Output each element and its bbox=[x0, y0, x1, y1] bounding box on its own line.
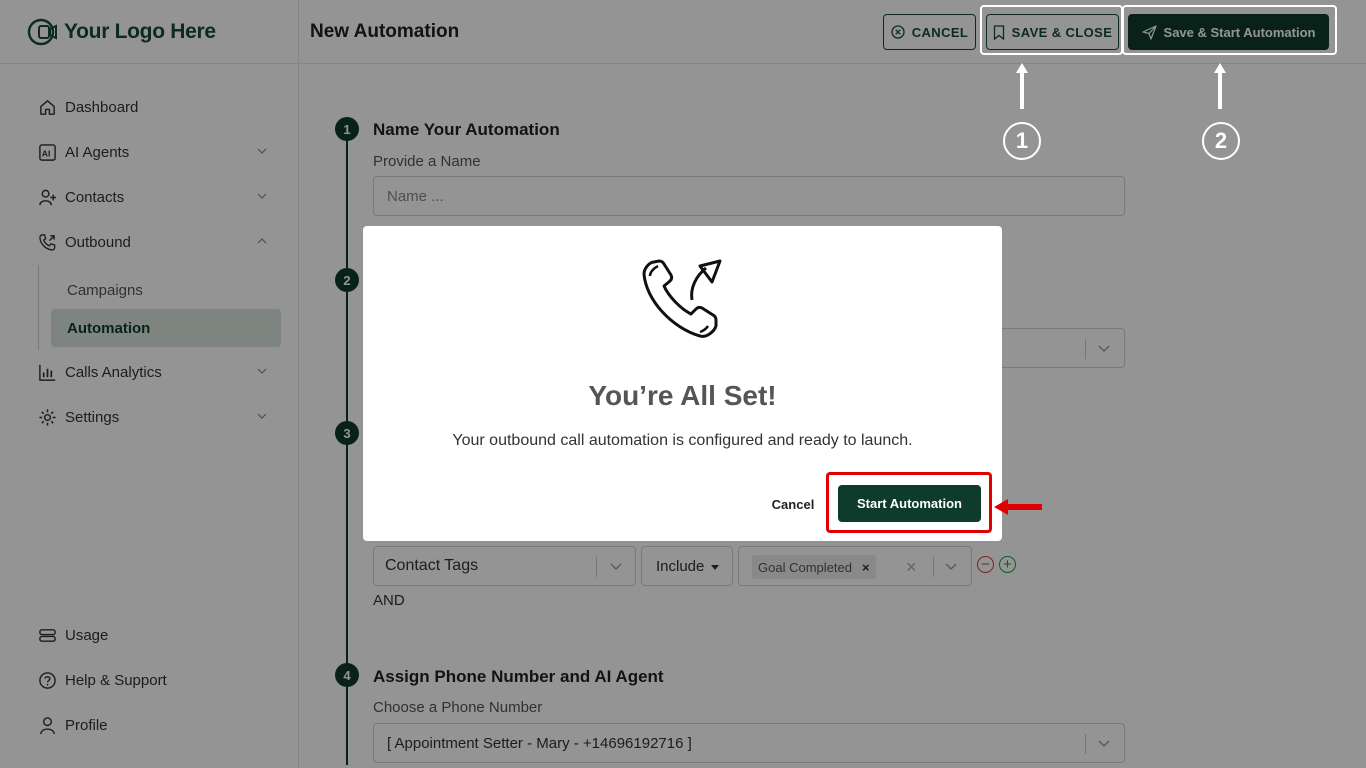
annotation-marker-1: 1 bbox=[1003, 122, 1041, 160]
modal-title: You’re All Set! bbox=[588, 380, 777, 411]
up-arrow-icon bbox=[1214, 63, 1226, 109]
up-arrow-icon bbox=[1016, 63, 1028, 109]
highlight-box-save-start bbox=[1122, 5, 1337, 55]
highlight-box-start-automation bbox=[826, 472, 992, 533]
phone-outgoing-icon bbox=[642, 259, 722, 338]
modal-cancel-button[interactable]: Cancel bbox=[763, 493, 823, 515]
highlight-box-save-close bbox=[980, 5, 1123, 55]
left-arrow-icon bbox=[994, 499, 1042, 515]
annotation-marker-2: 2 bbox=[1202, 122, 1240, 160]
modal-message: Your outbound call automation is configu… bbox=[452, 432, 913, 449]
